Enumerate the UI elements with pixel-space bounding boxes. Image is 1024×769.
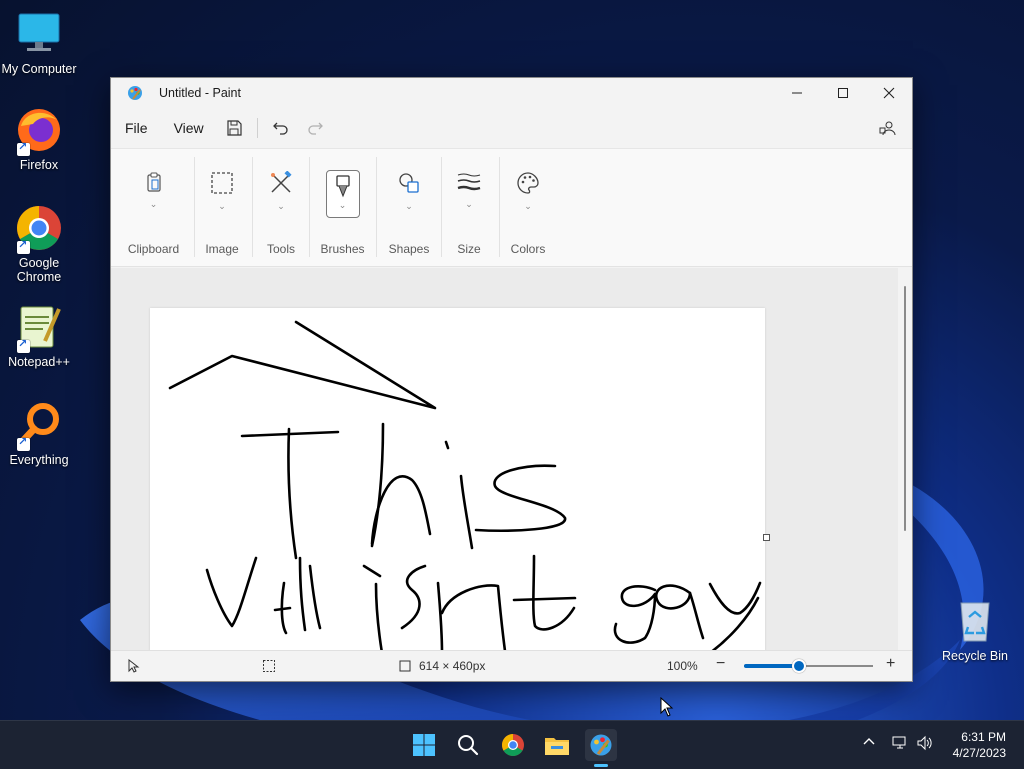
- canvas-resize-handle[interactable]: [763, 534, 770, 541]
- ribbon: ⌄ Clipboard ⌄ Image ⌄ Tools ⌄ Brushes ⌄ …: [111, 148, 912, 267]
- ribbon-label: Colors: [510, 242, 546, 256]
- monitor-icon: [15, 10, 63, 58]
- ribbon-label: Tools: [266, 242, 295, 256]
- folder-icon: [545, 738, 569, 755]
- chevron-down-icon: ⌄: [465, 199, 473, 209]
- zoom-slider[interactable]: [744, 659, 873, 673]
- ribbon-group-colors[interactable]: ⌄ Colors: [501, 149, 555, 266]
- chevron-down-icon: ⌄: [218, 201, 226, 211]
- desktop-icon-firefox[interactable]: Firefox: [0, 106, 81, 172]
- desktop-icon-label: My Computer: [1, 62, 77, 76]
- selection-icon: ⌄: [206, 171, 238, 219]
- palette-icon: ⌄: [512, 171, 544, 219]
- ribbon-label: Brushes: [320, 242, 365, 256]
- paint-app-icon: [590, 734, 612, 756]
- status-bar: 614 × 460px 100% − +: [111, 650, 912, 681]
- search-icon: [458, 735, 479, 756]
- desktop-icon-label: Everything: [9, 453, 69, 467]
- ribbon-group-tools[interactable]: ⌄ Tools: [255, 149, 307, 266]
- ribbon-label: Image: [205, 242, 239, 256]
- desktop-icon-recycle-bin[interactable]: Recycle Bin: [933, 597, 1017, 663]
- chevron-down-icon: ⌄: [338, 200, 347, 210]
- ribbon-label: Clipboard: [127, 242, 180, 256]
- search-button[interactable]: [452, 729, 484, 761]
- start-button[interactable]: [408, 729, 440, 761]
- size-icon: ⌄: [453, 171, 485, 219]
- zoom-slider-thumb[interactable]: [792, 659, 807, 673]
- chevron-down-icon: ⌄: [524, 201, 532, 211]
- title-bar[interactable]: Untitled - Paint: [111, 78, 912, 108]
- drawing-canvas[interactable]: [150, 308, 770, 651]
- menu-file[interactable]: File: [112, 120, 161, 136]
- account-icon[interactable]: [876, 117, 898, 139]
- desktop-icon-notepad-plus-plus[interactable]: Notepad++: [0, 303, 81, 369]
- ribbon-group-size[interactable]: ⌄ Size: [443, 149, 495, 266]
- firefox-icon: [15, 106, 63, 156]
- cursor-position-icon: [127, 658, 141, 676]
- canvas-drawing: [168, 320, 762, 651]
- undo-icon[interactable]: [270, 117, 292, 139]
- taskbar-paint[interactable]: [585, 729, 617, 761]
- windows-logo-icon: [413, 734, 435, 756]
- chevron-down-icon: ⌄: [149, 199, 158, 209]
- vertical-scrollbar[interactable]: [898, 268, 912, 651]
- clock-date: 4/27/2023: [952, 746, 1006, 760]
- notepad-plus-plus-icon: [15, 303, 63, 353]
- menu-separator: [256, 118, 258, 138]
- desktop-icon-everything[interactable]: Everything: [0, 401, 81, 467]
- desktop-icon-label: Recycle Bin: [942, 649, 1008, 663]
- tools-icon: ⌄: [265, 171, 297, 219]
- ribbon-label: Shapes: [388, 242, 430, 256]
- chrome-icon: [502, 734, 524, 756]
- volume-icon[interactable]: [916, 735, 934, 754]
- chrome-icon: [15, 204, 63, 254]
- ribbon-group-image[interactable]: ⌄ Image: [197, 149, 247, 266]
- zoom-level-label: 100%: [667, 659, 698, 673]
- everything-search-icon: [15, 401, 63, 451]
- window-controls: [774, 78, 912, 108]
- chevron-down-icon: ⌄: [405, 201, 413, 211]
- taskbar-chrome[interactable]: [497, 729, 529, 761]
- taskbar-file-explorer[interactable]: [541, 729, 573, 761]
- desktop-icon-google-chrome[interactable]: Google Chrome: [0, 204, 81, 284]
- zoom-in-button[interactable]: +: [886, 655, 895, 673]
- redo-icon[interactable]: [304, 117, 326, 139]
- ribbon-label: Size: [457, 242, 481, 256]
- paint-window: Untitled - Paint File View ⌄ Clipboard ⌄…: [110, 77, 913, 682]
- ribbon-group-clipboard[interactable]: ⌄ Clipboard: [121, 149, 186, 266]
- zoom-slider-fill: [744, 664, 800, 668]
- selection-size-icon: [262, 659, 276, 676]
- mouse-cursor-icon: [660, 697, 674, 717]
- taskbar: 6:31 PM 4/27/2023: [0, 720, 1024, 769]
- menu-view[interactable]: View: [161, 120, 217, 136]
- brush-icon: ⌄: [325, 170, 360, 218]
- clipboard-icon: ⌄: [138, 171, 170, 219]
- close-button[interactable]: [866, 78, 912, 108]
- clock-time: 6:31 PM: [961, 730, 1006, 744]
- zoom-out-button[interactable]: −: [716, 655, 725, 673]
- network-icon[interactable]: [892, 736, 908, 753]
- desktop-icon-label: Notepad++: [8, 355, 70, 369]
- canvas-size-label: 614 × 460px: [419, 659, 486, 673]
- menu-bar: File View: [111, 108, 912, 148]
- canvas-area[interactable]: [111, 268, 898, 651]
- recycle-bin-icon: [951, 597, 999, 645]
- ribbon-group-shapes[interactable]: ⌄ Shapes: [381, 149, 437, 266]
- ribbon-group-brushes[interactable]: ⌄ Brushes: [315, 149, 370, 266]
- canvas-size-icon: [398, 659, 412, 676]
- maximize-button[interactable]: [820, 78, 866, 108]
- desktop-icon-my-computer[interactable]: My Computer: [0, 10, 81, 76]
- shapes-icon: ⌄: [393, 171, 425, 219]
- minimize-button[interactable]: [774, 78, 820, 108]
- desktop-icon-label: Google Chrome: [16, 256, 62, 284]
- chevron-down-icon: ⌄: [277, 201, 285, 211]
- paint-app-icon: [127, 85, 143, 101]
- window-title: Untitled - Paint: [159, 86, 241, 100]
- active-app-indicator: [594, 764, 608, 767]
- scrollbar-thumb[interactable]: [904, 286, 906, 531]
- desktop-icon-label: Firefox: [19, 158, 59, 172]
- chevron-up-icon[interactable]: [862, 735, 876, 752]
- clock[interactable]: 6:31 PM 4/27/2023: [953, 729, 1006, 761]
- save-icon[interactable]: [223, 117, 245, 139]
